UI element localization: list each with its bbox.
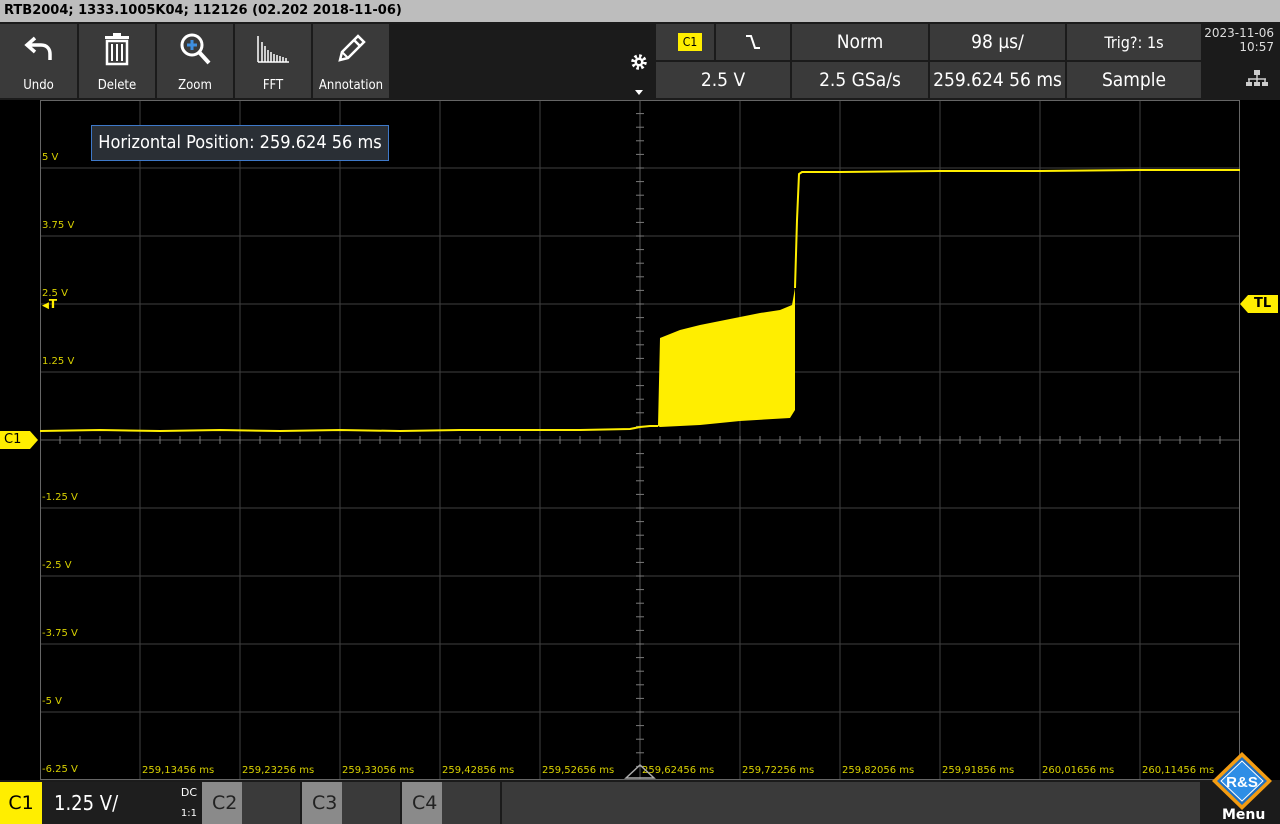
trigger-mode: Norm — [836, 31, 884, 53]
annotation-label: Annotation — [318, 78, 384, 93]
x-axis-label: 260,01656 ms — [1042, 765, 1115, 776]
clock-area: 2023-11-06 10:57 — [1203, 24, 1280, 98]
y-axis-label: -2.5 V — [42, 560, 72, 571]
sample-rate-cell[interactable]: 2.5 GSa/s — [792, 62, 928, 98]
channel4-tab[interactable]: C4 — [402, 782, 442, 824]
x-axis-label: 259,23256 ms — [242, 765, 315, 776]
channel3-tab[interactable]: C3 — [302, 782, 342, 824]
channel1-offset-marker[interactable]: C1 — [0, 431, 40, 449]
trigger-source-badge: C1 — [678, 33, 702, 51]
channel-bar-empty — [502, 782, 1200, 824]
x-axis-label: 259,82056 ms — [842, 765, 915, 776]
channel1-probe-ratio: 1:1 — [180, 808, 197, 819]
network-icon — [1246, 70, 1268, 86]
horizontal-position-cell[interactable]: 259.624 56 ms — [930, 62, 1065, 98]
channel1-marker-label: C1 — [4, 432, 22, 447]
rs-logo-icon: R&S — [1212, 752, 1272, 810]
logo-text: R&S — [1226, 774, 1258, 791]
horizontal-position: 259.624 56 ms — [933, 69, 1062, 91]
zoom-label: Zoom — [178, 78, 212, 93]
trigger-time-marker[interactable]: ◀T — [42, 297, 57, 311]
fft-label: FFT — [262, 78, 284, 93]
sample-rate: 2.5 GSa/s — [819, 69, 901, 91]
x-axis-label: 259,42856 ms — [442, 765, 515, 776]
timebase: 98 µs/ — [971, 31, 1024, 53]
trigger-source-cell[interactable]: C1 — [656, 24, 714, 60]
trig-status: Trig?: 1s — [1104, 33, 1164, 52]
trigger-mode-cell[interactable]: Norm — [792, 24, 928, 60]
instrument-title: RTB2004; 1333.1005K04; 112126 (02.202 20… — [4, 3, 402, 18]
trigger-level-marker[interactable]: TL — [1240, 295, 1278, 313]
channel3-tab-label: C3 — [312, 792, 338, 814]
trigger-marker-label: T — [48, 297, 58, 311]
trigger-level-cell[interactable]: 2.5 V — [656, 62, 790, 98]
menu-label: Menu — [1222, 807, 1266, 823]
y-axis-label: 1.25 V — [42, 356, 75, 367]
waveform-display[interactable] — [40, 100, 1240, 780]
acquisition-mode-cell[interactable]: Sample — [1067, 62, 1201, 98]
x-axis-label: 259,72256 ms — [742, 765, 815, 776]
channel1-tab[interactable]: C1 — [0, 782, 42, 824]
channel3-settings[interactable] — [342, 782, 400, 824]
quick-settings-button[interactable] — [624, 24, 654, 98]
annotation-button[interactable]: Annotation — [313, 24, 389, 98]
fft-icon — [257, 36, 289, 63]
timebase-cell[interactable]: 98 µs/ — [930, 24, 1065, 60]
undo-button[interactable]: Undo — [0, 24, 77, 98]
trigger-level: 2.5 V — [700, 69, 746, 91]
undo-icon — [23, 36, 52, 60]
trig-status-cell[interactable]: Trig?: 1s — [1067, 24, 1201, 60]
falling-edge-icon — [746, 35, 760, 49]
gear-icon — [631, 54, 647, 70]
y-axis-label: 5 V — [42, 152, 59, 163]
fft-button[interactable]: FFT — [235, 24, 311, 98]
undo-label: Undo — [23, 78, 54, 93]
pencil-icon — [338, 34, 366, 62]
channel1-scale: 1.25 V/ — [54, 791, 119, 815]
delete-button[interactable]: Delete — [79, 24, 155, 98]
channel2-settings[interactable] — [242, 782, 300, 824]
channel1-coupling: DC — [180, 786, 197, 799]
channel2-tab-label: C2 — [212, 792, 238, 814]
title-bar: RTB2004; 1333.1005K04; 112126 (02.202 20… — [0, 0, 1280, 22]
y-axis-label: -6.25 V — [42, 764, 78, 775]
x-axis-label: 259,33056 ms — [342, 765, 415, 776]
channel4-settings[interactable] — [442, 782, 500, 824]
x-axis-label: 259,52656 ms — [542, 765, 615, 776]
zoom-button[interactable]: Zoom — [157, 24, 233, 98]
dropdown-arrow-icon — [635, 90, 643, 95]
zoom-icon — [180, 33, 211, 65]
menu-button[interactable]: R&S Menu — [1204, 746, 1280, 824]
date: 2023-11-06 — [1204, 26, 1274, 40]
y-axis-label: -5 V — [42, 696, 62, 707]
trigger-slope-cell[interactable] — [716, 24, 790, 60]
acquisition-mode: Sample — [1101, 69, 1167, 91]
time: 10:57 — [1239, 40, 1274, 54]
channel2-tab[interactable]: C2 — [202, 782, 242, 824]
channel1-settings[interactable]: 1.25 V/ DC 1:1 — [42, 782, 200, 824]
y-axis-label: -1.25 V — [42, 492, 78, 503]
channel4-tab-label: C4 — [412, 792, 438, 814]
y-axis-label: 3.75 V — [42, 220, 75, 231]
channel1-tab-label: C1 — [8, 792, 34, 814]
x-axis-label: 259,13456 ms — [142, 765, 215, 776]
trigger-position-indicator — [624, 763, 656, 779]
trigger-level-marker-label: TL — [1254, 296, 1272, 311]
horizontal-position-tooltip: Horizontal Position: 259.624 56 ms — [91, 125, 389, 161]
y-axis-label: -3.75 V — [42, 628, 78, 639]
trash-icon — [105, 33, 129, 66]
x-axis-label: 259,91856 ms — [942, 765, 1015, 776]
delete-label: Delete — [97, 78, 137, 93]
